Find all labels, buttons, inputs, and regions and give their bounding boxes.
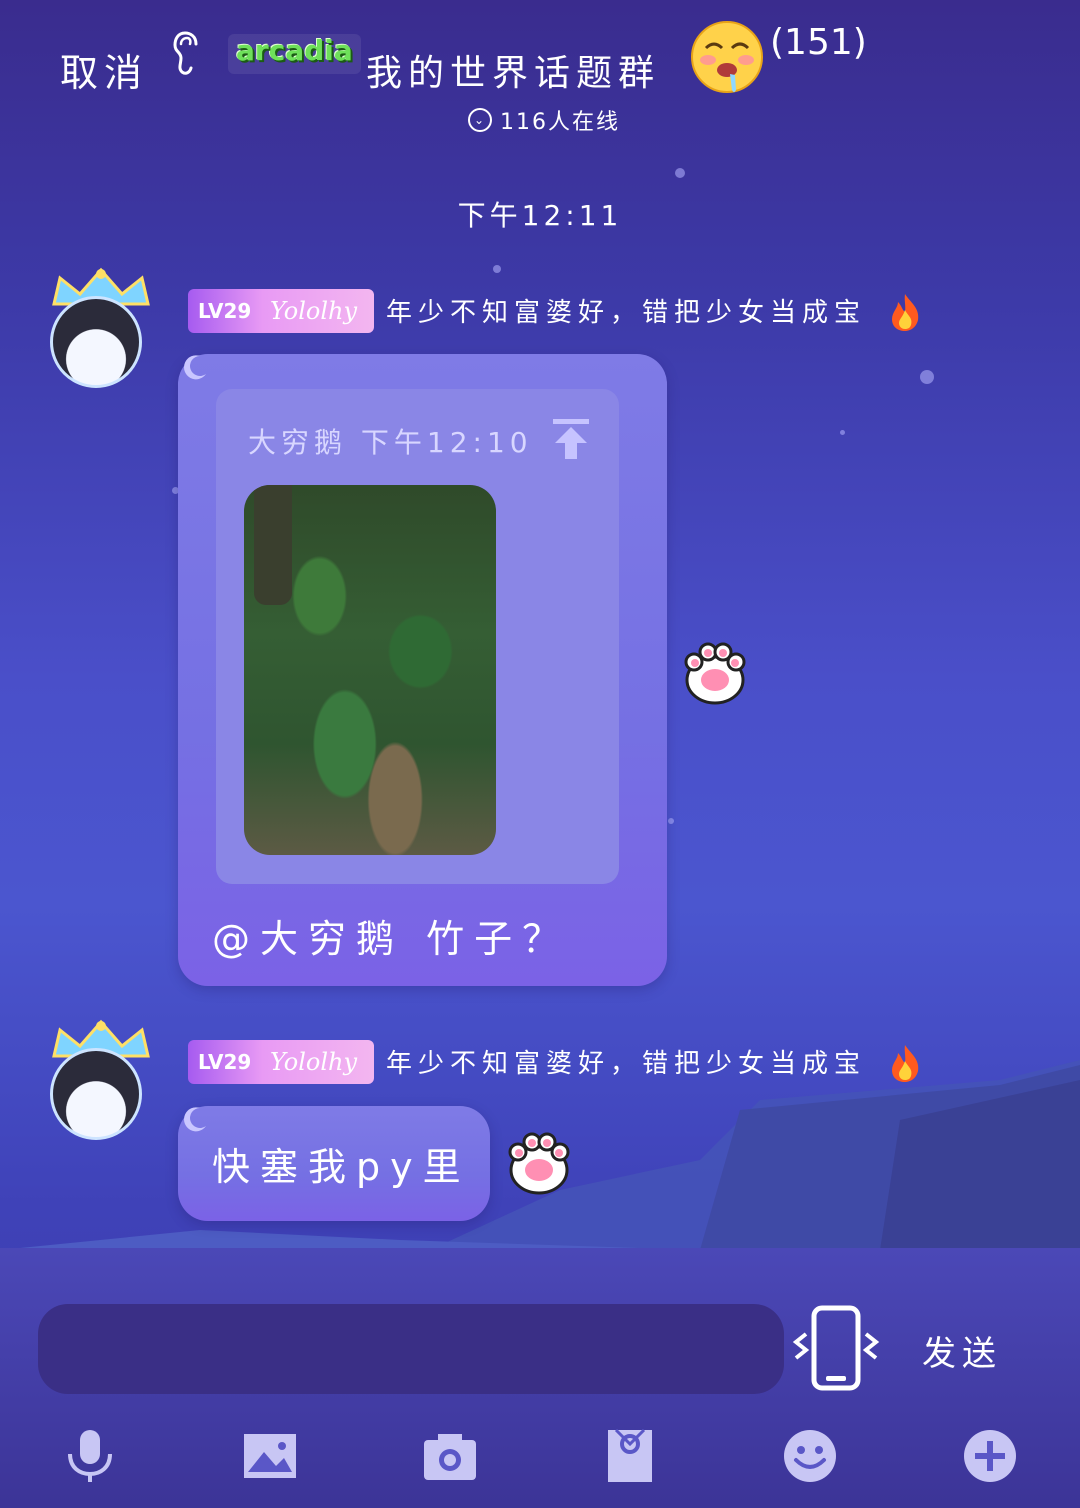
avatar[interactable] xyxy=(30,1018,160,1148)
username[interactable]: Yololhy xyxy=(270,1048,357,1076)
level-label: LV29 xyxy=(198,299,252,323)
level-badge: LV29 Yololhy xyxy=(188,289,374,333)
fire-icon xyxy=(892,1045,919,1082)
message-input[interactable] xyxy=(38,1304,784,1394)
avatar[interactable] xyxy=(30,266,160,396)
camera-icon[interactable] xyxy=(420,1426,480,1486)
moon-icon xyxy=(184,1107,206,1132)
message-text: 快塞我py里 xyxy=(212,1145,471,1189)
member-count: (151) xyxy=(770,22,867,63)
group-title[interactable]: 我的世界话题群 xyxy=(366,44,660,96)
quoted-photo[interactable] xyxy=(244,485,496,855)
level-badge: LV29 Yololhy xyxy=(188,1040,374,1084)
username[interactable]: Yololhy xyxy=(270,297,357,325)
send-button[interactable]: 发送 xyxy=(922,1326,1002,1375)
arcadia-logo: arcadia xyxy=(228,34,361,74)
chat-header: 取消 arcadia 我的世界话题群 (151) ⌄ 116人在线 xyxy=(0,0,1080,150)
drooling-emoji-icon xyxy=(691,21,763,93)
online-status[interactable]: ⌄ 116人在线 xyxy=(468,104,620,136)
chevron-down-icon: ⌄ xyxy=(468,108,492,132)
fire-icon xyxy=(892,294,919,331)
level-label: LV29 xyxy=(198,1050,252,1074)
avatar-face xyxy=(50,296,142,388)
jump-to-original-icon[interactable] xyxy=(553,419,589,459)
online-count: 116人在线 xyxy=(500,110,620,135)
reply-author-time: 大穷鹅 下午12:10 xyxy=(248,426,533,459)
gift-box-icon[interactable] xyxy=(600,1426,660,1486)
cancel-button[interactable]: 取消 xyxy=(60,42,148,97)
microphone-icon[interactable] xyxy=(60,1426,120,1486)
message-text: @大穷鹅 竹子？ xyxy=(212,917,571,961)
composer-bar: 发送 xyxy=(0,1248,1080,1508)
plus-icon[interactable] xyxy=(960,1426,1020,1486)
shake-phone-icon[interactable] xyxy=(792,1304,880,1394)
emoji-face-icon[interactable] xyxy=(780,1426,840,1486)
image-icon[interactable] xyxy=(240,1426,300,1486)
paw-reaction-icon[interactable] xyxy=(506,1130,572,1196)
moon-icon xyxy=(184,355,206,380)
quoted-reply-card[interactable]: 大穷鹅 下午12:10 xyxy=(216,389,619,884)
user-signature: 年少不知富婆好，错把少女当成宝 xyxy=(386,1049,867,1079)
avatar-face xyxy=(50,1048,142,1140)
ear-icon[interactable] xyxy=(170,30,206,76)
message-timestamp: 下午12:11 xyxy=(457,199,623,232)
user-signature: 年少不知富婆好，错把少女当成宝 xyxy=(386,298,867,328)
paw-reaction-icon[interactable] xyxy=(682,640,748,706)
